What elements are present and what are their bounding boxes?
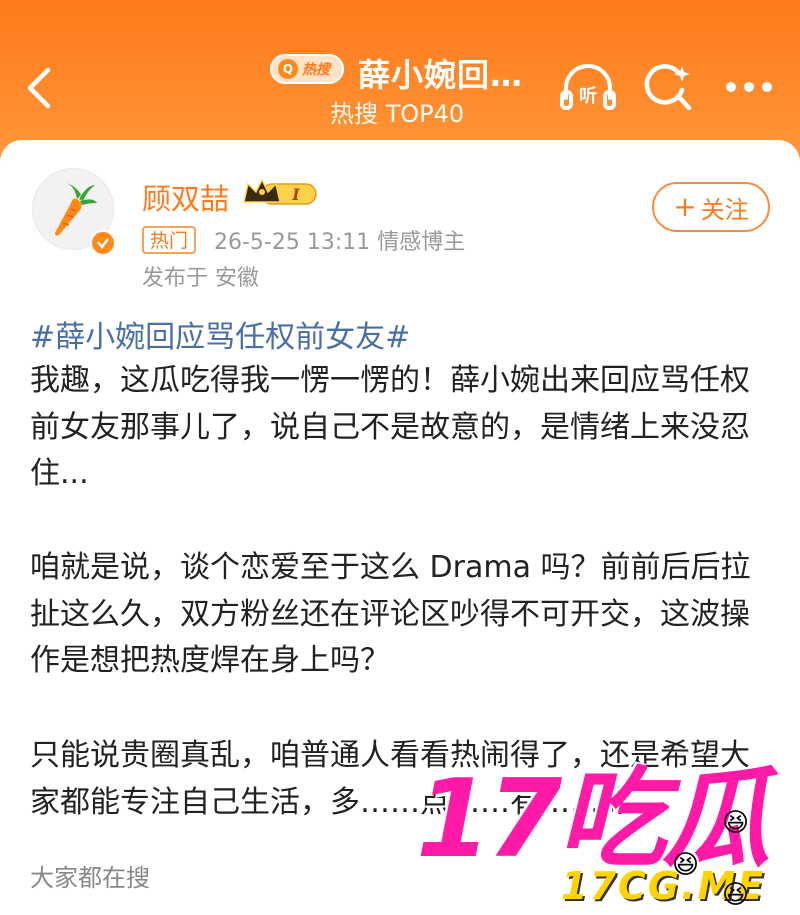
vip-level: I xyxy=(291,185,300,204)
plus-icon: + xyxy=(673,190,697,223)
author-name[interactable]: 顾双喆 xyxy=(142,176,229,218)
hot-search-badge: Q 热搜 xyxy=(270,54,344,84)
watermark-logo: 17吃瓜 xyxy=(416,757,770,882)
headphones-listen-icon[interactable]: 听 xyxy=(558,62,618,112)
post-paragraph: 我趣，这瓜吃得我一愣一愣的！薛小婉出来回应骂任权前女友那事儿了，说自己不是故意的… xyxy=(30,363,750,491)
back-arrow-icon[interactable] xyxy=(22,66,58,110)
post-hashtag[interactable]: #薛小婉回应骂任权前女友# xyxy=(30,312,410,356)
follow-button[interactable]: + 关注 xyxy=(652,182,770,232)
verified-badge-icon xyxy=(90,230,116,256)
trending-section-label: 大家都在搜 xyxy=(30,864,150,892)
page-title: 薛小婉回… xyxy=(358,56,524,94)
site-watermark: 17吃瓜 17CG.ME 😆 😆 😆 xyxy=(416,757,776,911)
vip-crown-badge-icon: I xyxy=(243,178,317,205)
search-icon[interactable] xyxy=(642,60,692,112)
carrot-avatar-icon xyxy=(55,183,97,236)
post-location: 发布于 安徽 xyxy=(142,266,259,291)
follow-label: 关注 xyxy=(700,195,749,224)
laughing-emoji-icon: 😆 xyxy=(722,808,750,838)
hot-badge-label: 热搜 xyxy=(302,62,330,78)
listen-label: 听 xyxy=(579,85,597,107)
post-meta: 26-5-25 13:11 情感博主 xyxy=(214,230,466,255)
laughing-emoji-icon: 😆 xyxy=(672,850,700,880)
page-subtitle: 热搜 TOP40 xyxy=(330,100,465,128)
search-badge-icon: Q xyxy=(278,59,298,79)
more-options-icon[interactable] xyxy=(724,80,774,94)
post-paragraph: 咱就是说，谈个恋爱至于这么 Drama 吗？前前后后拉扯这么久，双方粉丝还在评论… xyxy=(30,550,751,678)
hot-tag: 热门 xyxy=(142,226,197,254)
laughing-emoji-icon: 😆 xyxy=(722,880,750,910)
